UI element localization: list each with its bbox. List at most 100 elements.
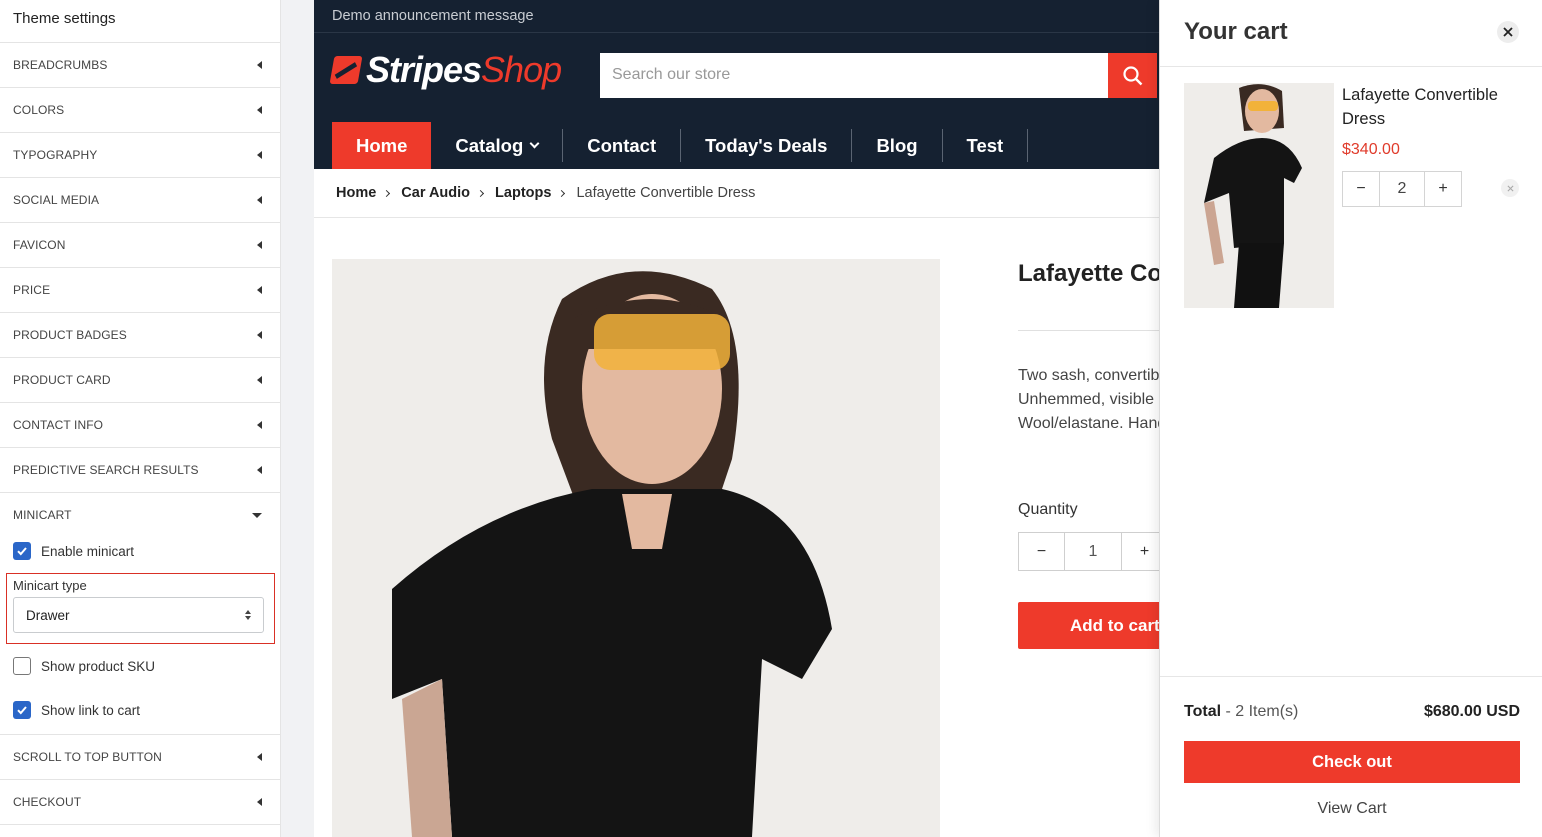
chevron-right-icon	[383, 189, 391, 197]
show-link-row[interactable]: Show link to cart	[0, 696, 280, 724]
section-label: COLORS	[13, 103, 65, 117]
section-social-media[interactable]: SOCIAL MEDIA	[0, 178, 280, 223]
logo-text-part1: Stripes	[366, 49, 482, 90]
search-icon	[1122, 65, 1142, 85]
section-label: SCROLL TO TOP BUTTON	[13, 750, 162, 764]
section-colors[interactable]: COLORS	[0, 88, 280, 133]
minicart-type-value: Drawer	[26, 607, 70, 623]
section-label: MINICART	[13, 508, 72, 522]
nav-todays-deals[interactable]: Today's Deals	[681, 122, 851, 169]
section-breadcrumbs[interactable]: BREADCRUMBS	[0, 43, 280, 88]
quantity-decrease-button[interactable]: −	[1019, 533, 1064, 570]
logo-text-part2: Shop	[481, 49, 562, 90]
show-link-checkbox[interactable]	[13, 701, 31, 719]
nav-divider	[1027, 129, 1029, 162]
total-label: Total	[1184, 703, 1222, 720]
caret-left-icon	[257, 798, 262, 806]
product-photo	[332, 259, 940, 837]
show-sku-checkbox[interactable]	[13, 657, 31, 675]
breadcrumb-car-audio[interactable]: Car Audio	[401, 185, 470, 201]
close-icon	[1503, 27, 1513, 37]
caret-down-icon	[252, 512, 262, 518]
section-minicart[interactable]: MINICART	[0, 493, 280, 537]
cart-qty-increase-button[interactable]: +	[1425, 172, 1461, 206]
nav-home[interactable]: Home	[332, 122, 432, 169]
cart-item-quantity-stepper: − 2 +	[1342, 171, 1462, 207]
caret-left-icon	[257, 196, 262, 204]
section-label: TYPOGRAPHY	[13, 148, 98, 162]
section-checkout[interactable]: CHECKOUT	[0, 780, 280, 825]
minicart-type-select[interactable]: Drawer	[13, 597, 264, 633]
checkout-button[interactable]: Check out	[1184, 741, 1520, 783]
cart-total-row: Total - 2 Item(s) $680.00 USD	[1184, 703, 1520, 721]
close-icon	[1506, 184, 1514, 192]
view-cart-link[interactable]: View Cart	[1184, 800, 1520, 818]
product-image[interactable]	[332, 259, 940, 837]
section-label: CONTACT INFO	[13, 418, 104, 432]
section-price[interactable]: PRICE	[0, 268, 280, 313]
enable-minicart-row[interactable]: Enable minicart	[0, 537, 280, 565]
section-label: PRICE	[13, 283, 51, 297]
section-label: SOCIAL MEDIA	[13, 193, 100, 207]
quantity-stepper: − 1 +	[1018, 532, 1168, 571]
show-sku-label: Show product SKU	[41, 658, 156, 674]
section-typography[interactable]: TYPOGRAPHY	[0, 133, 280, 178]
chevron-right-icon	[477, 189, 485, 197]
section-favicon[interactable]: FAVICON	[0, 223, 280, 268]
caret-left-icon	[257, 241, 262, 249]
checkmark-icon	[17, 547, 27, 556]
cart-item-image[interactable]	[1184, 83, 1334, 308]
minicart-settings: Enable minicart Minicart type Drawer Sho…	[0, 537, 280, 735]
close-button[interactable]	[1497, 21, 1519, 43]
caret-left-icon	[257, 466, 262, 474]
chevron-down-icon	[529, 138, 540, 149]
plus-icon: +	[1139, 542, 1150, 560]
section-label: FAVICON	[13, 238, 66, 252]
search-bar: Search our store	[600, 53, 1157, 98]
nav-label: Contact	[587, 134, 657, 156]
section-label: PRODUCT BADGES	[13, 328, 127, 342]
caret-left-icon	[257, 376, 262, 384]
breadcrumb-laptops[interactable]: Laptops	[495, 185, 551, 201]
caret-left-icon	[257, 286, 262, 294]
section-product-card[interactable]: PRODUCT CARD	[0, 358, 280, 403]
nav-contact[interactable]: Contact	[563, 122, 680, 169]
show-link-label: Show link to cart	[41, 702, 141, 718]
section-contact-info[interactable]: CONTACT INFO	[0, 403, 280, 448]
caret-left-icon	[257, 106, 262, 114]
logo-mark-icon	[329, 56, 363, 84]
total-amount: $680.00 USD	[1423, 703, 1520, 720]
nav-label: Today's Deals	[705, 134, 828, 156]
nav-blog[interactable]: Blog	[852, 122, 941, 169]
cart-item-name[interactable]: Lafayette Convertible Dress	[1342, 83, 1527, 131]
section-predictive-search[interactable]: PREDICTIVE SEARCH RESULTS	[0, 448, 280, 493]
caret-left-icon	[257, 331, 262, 339]
store-logo[interactable]: Stripes Shop	[329, 49, 562, 91]
section-scroll-to-top[interactable]: SCROLL TO TOP BUTTON	[0, 735, 280, 780]
nav-test[interactable]: Test	[943, 122, 1028, 169]
nav-label: Home	[356, 134, 408, 156]
search-input[interactable]: Search our store	[600, 53, 1108, 98]
minus-icon: −	[1036, 542, 1047, 560]
section-product-badges[interactable]: PRODUCT BADGES	[0, 313, 280, 358]
caret-left-icon	[257, 753, 262, 761]
cart-item-photo	[1184, 83, 1334, 308]
cart-qty-input[interactable]: 2	[1379, 172, 1425, 206]
quantity-label: Quantity	[1018, 501, 1078, 518]
enable-minicart-checkbox[interactable]	[13, 542, 31, 560]
search-button[interactable]	[1108, 53, 1157, 98]
chevron-right-icon	[558, 189, 566, 197]
cart-drawer: Your cart Lafayette Convertible Dress $3…	[1159, 0, 1542, 837]
show-sku-row[interactable]: Show product SKU	[0, 652, 280, 680]
section-label: PRODUCT CARD	[13, 373, 111, 387]
breadcrumb-home[interactable]: Home	[336, 185, 376, 201]
nav-catalog[interactable]: Catalog	[431, 122, 562, 169]
minicart-type-field: Minicart type Drawer	[6, 573, 275, 644]
quantity-input[interactable]: 1	[1064, 533, 1122, 570]
cart-item-price: $340.00	[1342, 141, 1400, 158]
minus-icon: −	[1356, 180, 1366, 197]
cart-title: Your cart	[1184, 18, 1288, 45]
cart-qty-decrease-button[interactable]: −	[1343, 172, 1379, 206]
section-label: CHECKOUT	[13, 795, 82, 809]
remove-item-button[interactable]	[1501, 179, 1519, 197]
